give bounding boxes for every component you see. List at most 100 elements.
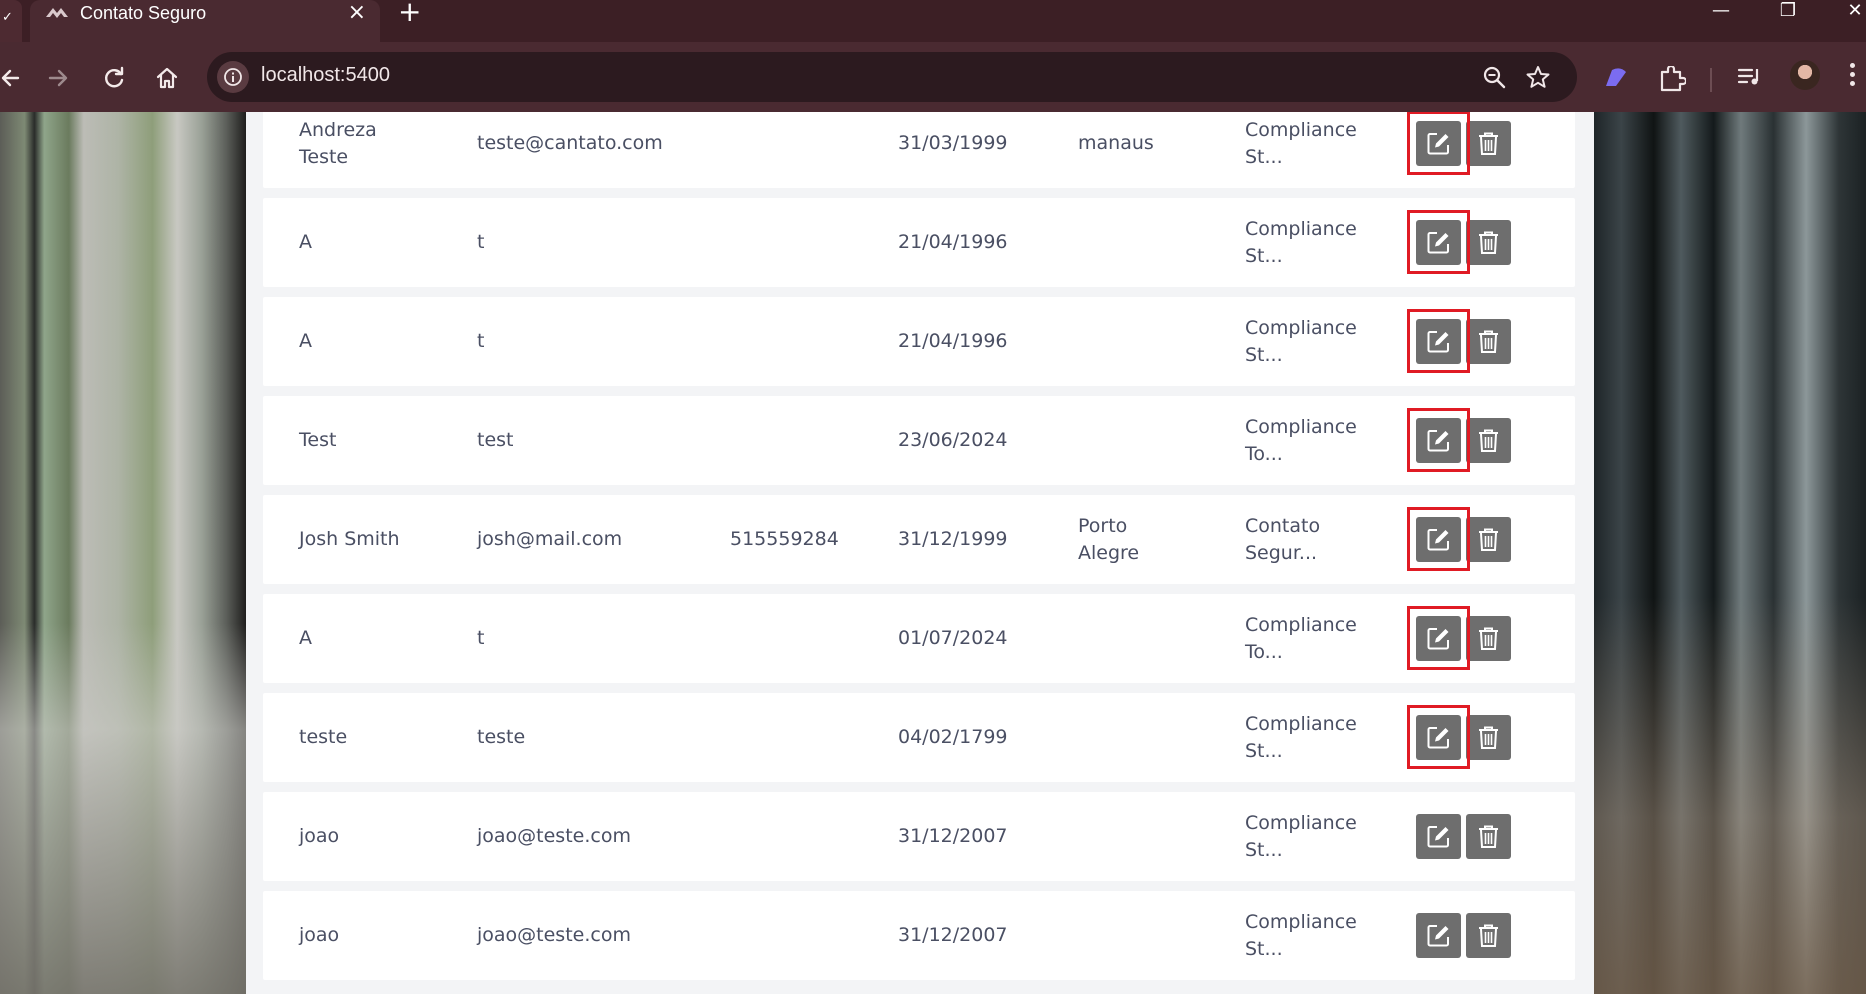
info-icon — [224, 68, 242, 86]
window-minimize-button[interactable]: — — [1688, 0, 1754, 26]
pencil-square-icon — [1427, 826, 1449, 848]
new-tab-button[interactable]: + — [398, 0, 421, 26]
arrow-left-icon — [1, 69, 20, 87]
cell-date-text: 01/07/2024 — [898, 627, 1008, 649]
cell-company: Compliance St... — [1245, 216, 1385, 270]
cell-city-text: manaus — [1078, 132, 1154, 154]
table-row: Test test 23/06/2024 Compliance To... — [263, 396, 1575, 485]
cell-name-text: teste — [299, 726, 348, 748]
edit-button[interactable] — [1416, 814, 1461, 859]
star-icon[interactable] — [1525, 64, 1551, 90]
cell-date: 04/02/1799 — [898, 724, 1048, 751]
cell-name: Josh Smith — [299, 526, 459, 553]
cell-email: teste — [477, 724, 717, 751]
cell-email-text: test — [477, 429, 514, 451]
cell-company-text: St... — [1245, 839, 1283, 861]
browser-menu-button[interactable] — [1850, 60, 1860, 94]
cell-name: teste — [299, 724, 459, 751]
trash-icon — [1479, 726, 1498, 749]
cell-email: joao@teste.com — [477, 922, 717, 949]
cell-company-text: Compliance — [1245, 812, 1357, 834]
delete-button[interactable] — [1466, 715, 1511, 760]
cell-company-text: Contato — [1245, 515, 1321, 537]
back-button[interactable] — [0, 60, 30, 96]
table-row: joao joao@teste.com 31/12/2007 Compliance St… — [263, 792, 1575, 881]
previous-tab[interactable]: ✓ — [0, 0, 22, 42]
edit-button-highlight — [1407, 606, 1470, 670]
tab-contato-seguro[interactable]: Contato Seguro × — [30, 0, 380, 42]
cell-company-text: St... — [1245, 245, 1283, 267]
url-text[interactable]: localhost:5400 — [261, 64, 390, 87]
profile-avatar[interactable] — [1790, 60, 1820, 90]
cell-company-text: St... — [1245, 344, 1283, 366]
extension-feather-icon[interactable] — [1602, 66, 1630, 88]
cell-company: Contato Segur... — [1245, 513, 1385, 567]
cell-email: teste@cantato.com — [477, 130, 717, 157]
cell-email: test — [477, 427, 717, 454]
cell-city: manaus — [1078, 130, 1218, 157]
cell-email: t — [477, 229, 717, 256]
delete-button[interactable] — [1466, 121, 1511, 166]
cell-date-text: 04/02/1799 — [898, 726, 1008, 748]
window-close-button[interactable]: ✕ — [1822, 0, 1866, 26]
cell-name: A — [299, 328, 459, 355]
cell-date: 01/07/2024 — [898, 625, 1048, 652]
cell-company-text: Compliance — [1245, 317, 1357, 339]
trash-icon — [1479, 825, 1498, 848]
cell-date-text: 31/12/1999 — [898, 528, 1008, 550]
cell-date: 23/06/2024 — [898, 427, 1048, 454]
delete-button[interactable] — [1466, 517, 1511, 562]
tab-close-icon[interactable]: × — [348, 1, 366, 25]
cell-email-text: joao@teste.com — [477, 924, 631, 946]
home-button[interactable] — [149, 60, 185, 96]
edit-button-highlight — [1407, 705, 1470, 769]
cell-company-text: St... — [1245, 740, 1283, 762]
cell-date-text: 23/06/2024 — [898, 429, 1008, 451]
edit-button-highlight — [1407, 210, 1470, 274]
cell-date: 31/03/1999 — [898, 130, 1048, 157]
users-table-panel: Andreza Teste teste@cantato.com 31/03/1999 m… — [246, 112, 1594, 994]
cell-date-text: 21/04/1996 — [898, 231, 1008, 253]
table-row: At 21/04/1996 Compliance St... — [263, 198, 1575, 287]
page-viewport: Andreza Teste teste@cantato.com 31/03/1999 m… — [0, 112, 1866, 994]
delete-button[interactable] — [1466, 616, 1511, 661]
cell-company-text: Compliance — [1245, 614, 1357, 636]
delete-button[interactable] — [1466, 418, 1511, 463]
cell-name: A — [299, 625, 459, 652]
cell-phone-text: 515559284 — [730, 528, 839, 550]
window-maximize-button[interactable]: ❐ — [1755, 0, 1821, 26]
cell-company: Compliance St... — [1245, 117, 1385, 171]
cell-email: t — [477, 328, 717, 355]
cell-company: Compliance St... — [1245, 711, 1385, 765]
table-row: At 01/07/2024 Compliance To... — [263, 594, 1575, 683]
address-bar[interactable]: localhost:5400 — [207, 52, 1577, 102]
zoom-out-icon[interactable] — [1481, 64, 1507, 90]
trash-icon — [1479, 627, 1498, 650]
reload-button[interactable] — [96, 60, 132, 96]
delete-button[interactable] — [1466, 814, 1511, 859]
cell-company-text: St... — [1245, 938, 1283, 960]
cell-date: 21/04/1996 — [898, 328, 1048, 355]
site-info-button[interactable] — [217, 61, 249, 93]
cell-email-text: joao@teste.com — [477, 825, 631, 847]
forward-button[interactable] — [40, 60, 76, 96]
delete-button[interactable] — [1466, 319, 1511, 364]
trash-icon — [1479, 231, 1498, 254]
edit-button[interactable] — [1416, 913, 1461, 958]
cell-name: Test — [299, 427, 459, 454]
table-row: Josh Smith josh@mail.com 515559284 31/12/19… — [263, 495, 1575, 584]
trash-icon — [1479, 429, 1498, 452]
cell-date: 31/12/1999 — [898, 526, 1048, 553]
media-controls-icon[interactable] — [1736, 66, 1764, 88]
cell-name-text: A — [299, 231, 312, 253]
extensions-puzzle-icon[interactable] — [1658, 66, 1686, 92]
dot-icon — [1850, 72, 1855, 77]
cell-date-text: 21/04/1996 — [898, 330, 1008, 352]
cell-date: 21/04/1996 — [898, 229, 1048, 256]
edit-button-highlight — [1407, 408, 1470, 472]
background-photo-left — [0, 112, 246, 994]
delete-button[interactable] — [1466, 220, 1511, 265]
delete-button[interactable] — [1466, 913, 1511, 958]
cell-company: Compliance To... — [1245, 414, 1385, 468]
cell-email: t — [477, 625, 717, 652]
